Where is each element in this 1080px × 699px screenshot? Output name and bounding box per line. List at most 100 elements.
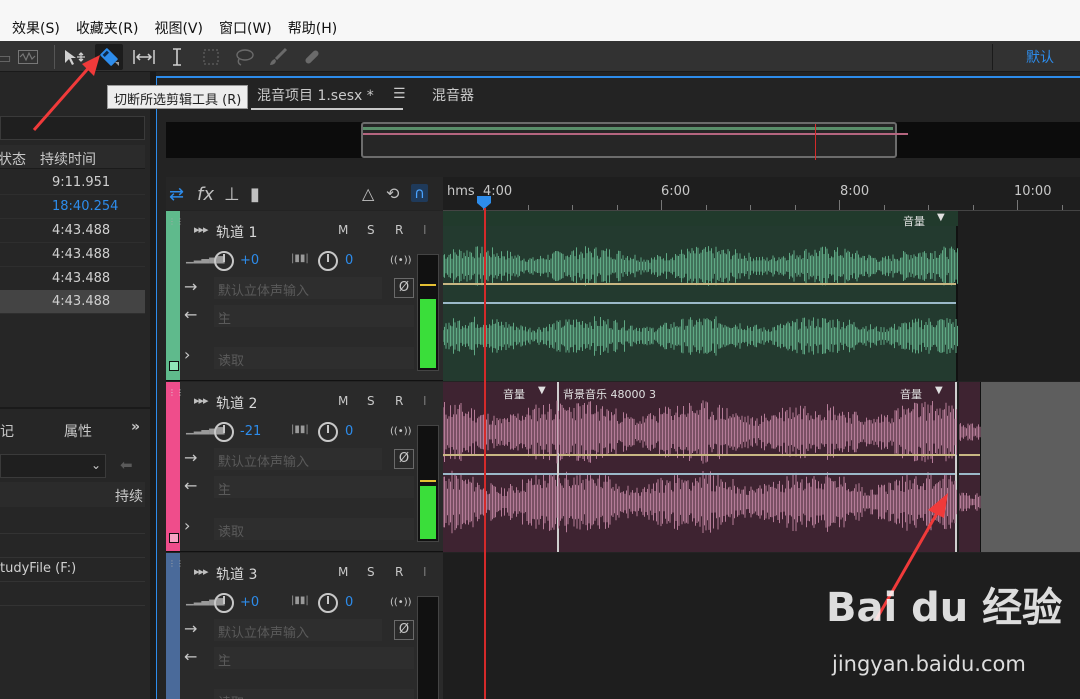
volume-knob[interactable]: [214, 422, 234, 442]
track-color-bar[interactable]: [166, 382, 180, 551]
solo-button[interactable]: S: [367, 394, 375, 408]
pan-value[interactable]: 0: [345, 595, 353, 610]
track-color-bar[interactable]: [166, 553, 180, 699]
tab-properties[interactable]: 属性: [64, 421, 92, 441]
automation-mode-select[interactable]: 读取 ⌄: [214, 347, 414, 369]
file-row[interactable]: 4:43.488: [0, 219, 145, 243]
file-row[interactable]: 18:40.254: [0, 195, 145, 219]
file-row-selected[interactable]: 4:43.488: [0, 290, 145, 314]
pan-envelope[interactable]: [559, 473, 955, 475]
effects-rack-icon[interactable]: fx: [197, 184, 214, 205]
brush-tool-icon[interactable]: [264, 44, 292, 70]
time-selection-tool-icon[interactable]: [163, 44, 191, 70]
workspace-selector[interactable]: 默认: [1026, 47, 1054, 67]
audio-clip[interactable]: 音量 ▼: [443, 211, 958, 381]
pan-knob[interactable]: [318, 422, 338, 442]
file-row[interactable]: 9:11.951: [0, 171, 145, 195]
menu-view[interactable]: 视图(V): [154, 4, 203, 38]
inputs-outputs-icon[interactable]: ⇄: [169, 184, 184, 205]
track-name[interactable]: 轨道 1: [216, 222, 257, 242]
stereo-icon[interactable]: ((•)): [390, 597, 412, 608]
output-select[interactable]: 主 ›: [214, 305, 414, 327]
files-search-input[interactable]: [0, 116, 145, 140]
file-row[interactable]: 4:43.488: [0, 243, 145, 267]
eq-icon[interactable]: ▮: [250, 184, 260, 205]
audio-clip-a[interactable]: 音量 ▼: [443, 382, 559, 552]
audio-clip-b[interactable]: 背景音乐 48000 3 音量 ▼: [559, 382, 957, 552]
timeline-ruler[interactable]: hms 4:00 6:00 8:00 10:00: [443, 177, 1080, 211]
drag-handle-icon[interactable]: ⋮⋮: [168, 559, 184, 568]
pan-knob[interactable]: [318, 251, 338, 271]
multitrack-view-icon[interactable]: [14, 44, 42, 70]
zoom-navigator-window[interactable]: [361, 122, 908, 160]
browser-row[interactable]: [0, 534, 145, 558]
tab-session[interactable]: 混音项目 1.sesx *: [257, 85, 374, 105]
track-header-3[interactable]: ⋮⋮ ▸▸▸ 轨道 3 M S R I ▁▂▃▄▅ +0 |▮▮| 0 ((•)…: [166, 553, 444, 699]
razor-tool-icon[interactable]: [95, 44, 123, 70]
track-select-box[interactable]: [169, 361, 179, 371]
volume-envelope[interactable]: [443, 454, 557, 456]
mute-button[interactable]: M: [338, 565, 348, 579]
phase-invert-button[interactable]: Ø: [394, 620, 414, 640]
input-select[interactable]: 默认立体声输入 ›: [214, 619, 382, 641]
marquee-tool-icon[interactable]: [197, 44, 225, 70]
menu-window[interactable]: 窗口(W): [219, 4, 272, 38]
monitor-input-button[interactable]: I: [423, 223, 427, 237]
tab-mixer[interactable]: 混音器: [432, 85, 474, 105]
output-select[interactable]: 主 ›: [214, 647, 414, 669]
solo-button[interactable]: S: [367, 223, 375, 237]
track-lane-1[interactable]: 音量 ▼: [443, 211, 1080, 381]
automation-mode-select[interactable]: 读取: [214, 689, 414, 699]
volume-envelope[interactable]: [443, 283, 956, 285]
volume-knob[interactable]: [214, 251, 234, 271]
monitor-input-button[interactable]: I: [423, 565, 427, 579]
mute-button[interactable]: M: [338, 223, 348, 237]
track-name[interactable]: 轨道 2: [216, 393, 257, 413]
status-column-header[interactable]: 状态: [0, 149, 26, 169]
volume-envelope[interactable]: [559, 454, 955, 456]
volume-value[interactable]: +0: [240, 253, 259, 268]
pan-envelope[interactable]: [443, 473, 557, 475]
output-select[interactable]: 主 ›: [214, 476, 414, 498]
browser-row[interactable]: [0, 582, 145, 606]
move-tool-icon[interactable]: [60, 44, 88, 70]
zoom-to-time-icon[interactable]: ⟲: [386, 184, 399, 203]
record-arm-button[interactable]: R: [395, 223, 403, 237]
zoom-navigator[interactable]: [166, 122, 1080, 160]
slip-tool-icon[interactable]: [130, 44, 158, 70]
duration-column-header[interactable]: 持续时间: [40, 149, 96, 169]
track-header-1[interactable]: ⋮⋮ ▸▸▸ 轨道 1 M S R I ▁▂▃▄▅ +0 |▮▮| 0 ((•)…: [166, 211, 444, 381]
lasso-tool-icon[interactable]: [230, 44, 258, 70]
volume-knob[interactable]: [214, 593, 234, 613]
input-select[interactable]: 默认立体声输入 ›: [214, 277, 382, 299]
automation-mode-select[interactable]: 读取 ⌄: [214, 518, 414, 540]
track-select-box[interactable]: [169, 533, 179, 543]
menu-effects[interactable]: 效果(S): [12, 4, 60, 38]
back-arrow-icon[interactable]: ⬅: [120, 456, 133, 474]
volume-value[interactable]: -21: [240, 424, 261, 439]
playhead[interactable]: [484, 208, 486, 699]
file-row[interactable]: 4:43.488: [0, 267, 145, 291]
track-lane-2[interactable]: 音量 ▼ 背景音乐 48000 3 音量 ▼: [443, 382, 1080, 552]
phase-invert-button[interactable]: Ø: [394, 278, 414, 298]
stereo-icon[interactable]: ((•)): [390, 426, 412, 437]
panel-overflow-icon[interactable]: »: [131, 419, 140, 435]
expand-chevron-icon[interactable]: ›: [184, 516, 190, 535]
browser-row[interactable]: [0, 510, 145, 534]
audio-clip-c[interactable]: [959, 382, 981, 552]
pan-envelope[interactable]: [443, 302, 956, 304]
healing-tool-icon[interactable]: [298, 44, 326, 70]
metronome-icon[interactable]: △: [362, 184, 374, 203]
menu-favorites[interactable]: 收藏夹(R): [76, 4, 139, 38]
track-color-bar[interactable]: [166, 211, 180, 380]
monitor-input-button[interactable]: I: [423, 394, 427, 408]
stereo-icon[interactable]: ((•)): [390, 255, 412, 266]
drive-row[interactable]: tudyFile (F:): [0, 558, 145, 582]
phase-invert-button[interactable]: Ø: [394, 449, 414, 469]
drag-handle-icon[interactable]: ⋮⋮: [168, 217, 184, 226]
tab-menu-icon[interactable]: ☰: [393, 86, 406, 102]
input-select[interactable]: 默认立体声输入 ›: [214, 448, 382, 470]
duration-column-header-2[interactable]: 持续: [115, 486, 143, 506]
solo-button[interactable]: S: [367, 565, 375, 579]
drag-handle-icon[interactable]: ⋮⋮: [168, 388, 184, 397]
